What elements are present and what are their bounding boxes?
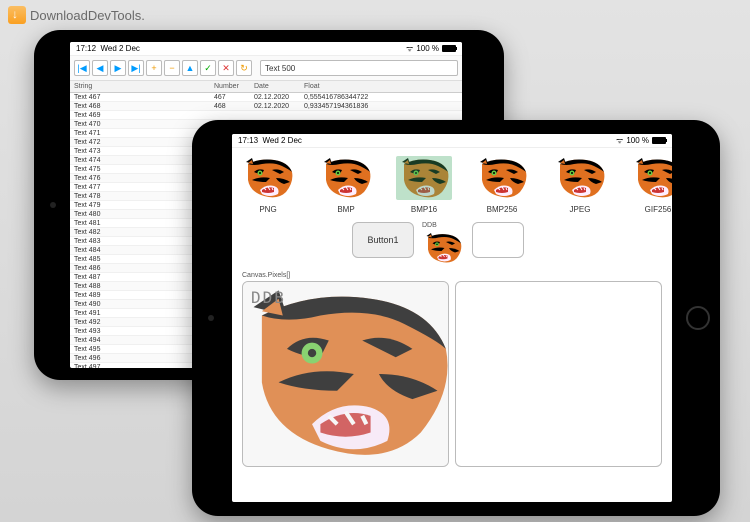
tiger-icon — [474, 156, 530, 200]
format-jpeg[interactable]: JPEG — [552, 156, 608, 214]
add-button[interactable]: + — [146, 60, 162, 76]
ipad-front: 17:13 Wed 2 Dec ᯤ 100 % PNG BMP BMP16 BMP25… — [192, 120, 720, 516]
search-input[interactable] — [260, 60, 458, 76]
col-string[interactable]: String — [74, 83, 214, 90]
prev-button[interactable]: ◀ — [92, 60, 108, 76]
status-bar: 17:13 Wed 2 Dec ᯤ 100 % — [232, 134, 672, 148]
battery-icon — [442, 45, 456, 52]
canvas-panels: DDB — [232, 281, 672, 477]
last-button[interactable]: ▶| — [128, 60, 144, 76]
battery-text: 100 % — [626, 136, 649, 145]
watermark-text: DownloadDevTools. — [30, 8, 145, 23]
status-time: 17:13 — [238, 136, 258, 145]
ddb-label: DDB — [422, 222, 437, 229]
edit-button[interactable]: ▲ — [182, 60, 198, 76]
table-row[interactable]: Text 46746702.12.20200,555416786344722 — [70, 93, 462, 102]
format-bmp16[interactable]: BMP16 — [396, 156, 452, 214]
format-label: BMP — [318, 205, 374, 214]
table-row[interactable]: Text 469 — [70, 111, 462, 120]
status-date: Wed 2 Dec — [100, 44, 139, 53]
format-label: JPEG — [552, 205, 608, 214]
table-row[interactable]: Text 46846802.12.20200,933457194361836 — [70, 102, 462, 111]
tiger-icon — [396, 156, 452, 200]
format-gif256[interactable]: GIF256 — [630, 156, 672, 214]
refresh-button[interactable]: ↻ — [236, 60, 252, 76]
canvas-label: Canvas.Pixels[] — [232, 272, 672, 281]
watermark: DownloadDevTools. — [8, 6, 145, 24]
tiger-icon — [318, 156, 374, 200]
format-label: BMP256 — [474, 205, 530, 214]
grid-header: String Number Date Float — [70, 81, 462, 93]
screen-front: 17:13 Wed 2 Dec ᯤ 100 % PNG BMP BMP16 BMP25… — [232, 134, 672, 502]
formats-row: PNG BMP BMP16 BMP256 JPEG GIF256 — [232, 148, 672, 216]
cancel-button[interactable]: ✕ — [218, 60, 234, 76]
format-bmp256[interactable]: BMP256 — [474, 156, 530, 214]
camera-icon — [50, 202, 56, 208]
ddb-thumb — [422, 230, 464, 266]
ddb-overlay: DDB — [251, 288, 286, 307]
toolbar: |◀ ◀ ▶ ▶| + − ▲ ✓ ✕ ↻ — [70, 56, 462, 81]
tiger-icon — [552, 156, 608, 200]
format-label: GIF256 — [630, 205, 672, 214]
canvas-left: DDB — [242, 281, 449, 467]
status-date: Wed 2 Dec — [262, 136, 301, 145]
format-label: PNG — [240, 205, 296, 214]
status-bar: 17:12 Wed 2 Dec ᯤ 100 % — [70, 42, 462, 56]
format-label: BMP16 — [396, 205, 452, 214]
battery-icon — [652, 137, 666, 144]
next-button[interactable]: ▶ — [110, 60, 126, 76]
status-time: 17:12 — [76, 44, 96, 53]
confirm-button[interactable]: ✓ — [200, 60, 216, 76]
col-number[interactable]: Number — [214, 83, 254, 90]
mid-row: Button1 DDB — [232, 216, 672, 272]
first-button[interactable]: |◀ — [74, 60, 90, 76]
canvas-right — [455, 281, 662, 467]
battery-text: 100 % — [416, 44, 439, 53]
wifi-icon: ᯤ — [406, 43, 413, 54]
tiger-icon — [240, 156, 296, 200]
col-date[interactable]: Date — [254, 83, 304, 90]
button1[interactable]: Button1 — [352, 222, 414, 258]
format-png[interactable]: PNG — [240, 156, 296, 214]
col-float[interactable]: Float — [304, 83, 394, 90]
download-icon — [8, 6, 26, 24]
camera-icon — [208, 315, 214, 321]
empty-thumb — [472, 222, 524, 258]
tiger-icon — [630, 156, 672, 200]
remove-button[interactable]: − — [164, 60, 180, 76]
format-bmp[interactable]: BMP — [318, 156, 374, 214]
wifi-icon: ᯤ — [616, 135, 623, 146]
home-button[interactable] — [686, 306, 710, 330]
